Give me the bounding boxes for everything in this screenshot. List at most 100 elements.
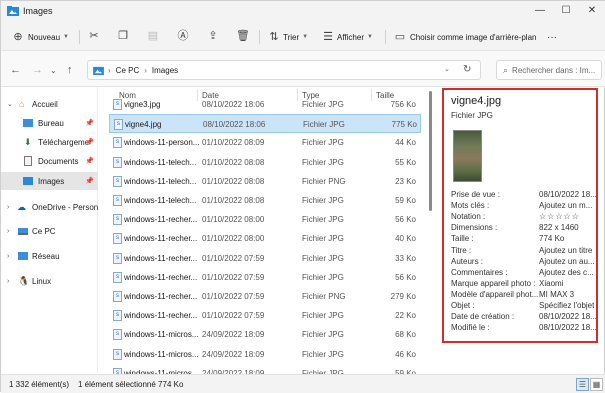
image-file-icon: s bbox=[113, 214, 122, 226]
forward-arrow-icon[interactable]: → bbox=[32, 64, 43, 76]
table-row[interactable]: s windows-11-telech... 01/10/2022 08:08 Fic… bbox=[109, 172, 421, 191]
table-row[interactable]: s windows-11-person... 01/10/2022 08:09 Fic… bbox=[109, 133, 421, 152]
property-value[interactable]: Ajoutez un titre bbox=[539, 246, 592, 255]
nav-item-documents[interactable]: Documents 📌 bbox=[1, 152, 98, 170]
table-row[interactable]: s windows-11-recher... 01/10/2022 07:59 Fic… bbox=[109, 287, 421, 306]
file-size: 40 Ko bbox=[395, 234, 416, 244]
new-button[interactable]: ⊕ Nouveau ▼ bbox=[11, 29, 69, 45]
share-icon[interactable]: ⇪ bbox=[206, 29, 220, 43]
nav-item-onedrive[interactable]: › ☁ OneDrive - Personal bbox=[1, 198, 98, 216]
refresh-icon[interactable]: ↻ bbox=[463, 64, 471, 75]
item-count: 1 332 élément(s) bbox=[9, 380, 70, 389]
image-file-icon: s bbox=[114, 119, 123, 131]
nav-item-downloads[interactable]: ⬇ Téléchargement 📌 bbox=[1, 133, 98, 151]
details-view-button[interactable]: ☰ bbox=[576, 378, 589, 391]
copy-icon[interactable]: ❐ bbox=[116, 29, 130, 43]
image-file-icon: s bbox=[113, 156, 122, 168]
file-name: windows-11-person... bbox=[124, 138, 200, 148]
recent-chevron-icon[interactable]: ⌄ bbox=[50, 66, 57, 75]
up-arrow-icon[interactable]: ↑ bbox=[67, 64, 73, 76]
table-row[interactable]: s vigne4.jpg 08/10/2022 18:06 Fichier JPG 77… bbox=[109, 114, 421, 134]
chevron-down-icon: ▼ bbox=[366, 34, 373, 40]
table-row[interactable]: s windows-11-telech... 01/10/2022 08:08 Fic… bbox=[109, 153, 421, 172]
property-value[interactable]: 822 x 1460 bbox=[539, 223, 579, 232]
nav-item-this-pc[interactable]: › Ce PC bbox=[1, 222, 98, 240]
maximize-button[interactable]: ☐ bbox=[557, 3, 575, 19]
property-row: Taille : 774 Ko bbox=[451, 234, 596, 245]
toolbar-divider bbox=[385, 30, 386, 44]
chevron-right-icon: › bbox=[7, 203, 10, 211]
rating-stars[interactable]: ☆☆☆☆☆ bbox=[539, 212, 580, 221]
nav-item-home[interactable]: ⌄ ⌂ Accueil bbox=[1, 95, 98, 113]
nav-item-desktop[interactable]: Bureau 📌 bbox=[1, 114, 98, 132]
file-type: Fichier JPG bbox=[302, 234, 344, 244]
property-value[interactable]: 08/10/2022 18... bbox=[539, 323, 596, 332]
property-value[interactable]: 08/10/2022 18... bbox=[539, 190, 596, 199]
address-row: ← → ⌄ ↑ › Ce PC › Images ⌄ ↻ ⌕ Recherche… bbox=[1, 51, 605, 87]
delete-icon[interactable]: 🗑 bbox=[236, 29, 250, 43]
breadcrumb-this-pc[interactable]: Ce PC bbox=[116, 66, 140, 75]
wallpaper-icon: ▭ bbox=[394, 31, 406, 43]
breadcrumb-images[interactable]: Images bbox=[152, 66, 178, 75]
file-date: 08/10/2022 18:06 bbox=[203, 120, 266, 130]
close-button[interactable]: ✕ bbox=[583, 3, 601, 19]
nav-item-linux[interactable]: › 🐧 Linux bbox=[1, 272, 98, 290]
table-row[interactable]: s windows-11-recher... 01/10/2022 08:00 Fic… bbox=[109, 229, 421, 248]
search-box[interactable]: ⌕ Rechercher dans : Im... bbox=[496, 60, 602, 80]
paste-icon[interactable]: ▤ bbox=[146, 29, 160, 43]
property-value[interactable]: Spécifiez l'objet bbox=[539, 301, 594, 310]
plus-circle-icon: ⊕ bbox=[13, 31, 23, 43]
more-options-button[interactable]: ··· bbox=[547, 29, 557, 45]
property-value[interactable]: Xiaomi bbox=[539, 279, 563, 288]
file-size: 22 Ko bbox=[395, 311, 416, 321]
view-button[interactable]: ☰ Afficher ▼ bbox=[321, 29, 373, 45]
file-type: Fichier JPG bbox=[302, 272, 344, 282]
property-key: Notation : bbox=[451, 212, 486, 222]
property-value[interactable]: Ajoutez un au... bbox=[539, 257, 595, 266]
property-value[interactable]: 774 Ko bbox=[539, 234, 564, 243]
table-row[interactable]: swindows-11-micros...24/09/2022 18:09 Fic… bbox=[109, 345, 421, 364]
scrollbar-thumb[interactable] bbox=[429, 91, 432, 211]
image-file-icon: s bbox=[113, 348, 122, 360]
table-row[interactable]: swindows-11-micros...24/09/2022 18:09 Fic… bbox=[109, 325, 421, 344]
table-row[interactable]: s windows-11-telech... 01/10/2022 08:08 Fic… bbox=[109, 191, 421, 210]
property-row: Titre : Ajoutez un titre bbox=[451, 246, 596, 257]
table-row[interactable]: s vigne3.jpg 08/10/2022 18:06 Fichier JPG 75… bbox=[109, 95, 421, 114]
property-row: Auteurs : Ajoutez un au... bbox=[451, 257, 596, 268]
table-row[interactable]: s windows-11-recher... 01/10/2022 07:59 Fic… bbox=[109, 306, 421, 325]
breadcrumb-separator-icon: › bbox=[144, 65, 147, 75]
table-row[interactable]: s windows-11-recher... 01/10/2022 07:59 Fic… bbox=[109, 249, 421, 268]
sort-icon: ⇅ bbox=[269, 31, 279, 43]
file-type: Fichier JPG bbox=[302, 215, 344, 225]
nav-item-images[interactable]: Images 📌 bbox=[1, 172, 98, 190]
property-value[interactable]: MI MAX 3 bbox=[539, 290, 574, 299]
back-arrow-icon[interactable]: ← bbox=[10, 64, 21, 76]
property-value[interactable]: Ajoutez un m... bbox=[539, 201, 592, 210]
network-icon bbox=[18, 252, 28, 260]
table-row[interactable]: s windows-11-recher... 01/10/2022 08:00 Fic… bbox=[109, 210, 421, 229]
property-key: Modifié le : bbox=[451, 323, 490, 333]
file-name: windows-11-recher... bbox=[124, 292, 198, 301]
nav-label: Documents bbox=[38, 156, 79, 166]
nav-item-network[interactable]: › Réseau bbox=[1, 247, 98, 265]
tiles-view-button[interactable]: ▦ bbox=[590, 378, 603, 391]
set-wallpaper-button[interactable]: ▭ Choisir comme image d'arrière-plan bbox=[393, 29, 537, 45]
property-key: Prise de vue : bbox=[451, 190, 500, 199]
file-name: windows-11-recher... bbox=[124, 215, 198, 225]
file-date: 08/10/2022 18:06 bbox=[202, 100, 265, 109]
property-value[interactable]: 08/10/2022 18... bbox=[539, 312, 596, 321]
sort-button[interactable]: ⇅ Trier ▼ bbox=[267, 29, 308, 45]
property-value[interactable]: Ajoutez des c... bbox=[539, 268, 594, 277]
file-size: 756 Ko bbox=[390, 100, 416, 109]
address-bar[interactable]: › Ce PC › Images ⌄ ↻ bbox=[87, 60, 481, 80]
property-row: Dimensions : 822 x 1460 bbox=[451, 223, 596, 234]
cut-icon[interactable]: ✂ bbox=[87, 29, 101, 43]
file-type: Fichier JPG bbox=[302, 157, 344, 167]
file-size: 55 Ko bbox=[395, 157, 416, 167]
vertical-scrollbar[interactable] bbox=[428, 87, 434, 373]
rename-icon[interactable]: Ⓐ bbox=[176, 29, 190, 43]
minimize-button[interactable]: — bbox=[531, 3, 549, 19]
file-date: 01/10/2022 07:59 bbox=[202, 292, 265, 301]
table-row[interactable]: s windows-11-recher... 01/10/2022 07:59 Fic… bbox=[109, 268, 421, 287]
address-dropdown-icon[interactable]: ⌄ bbox=[444, 65, 450, 73]
